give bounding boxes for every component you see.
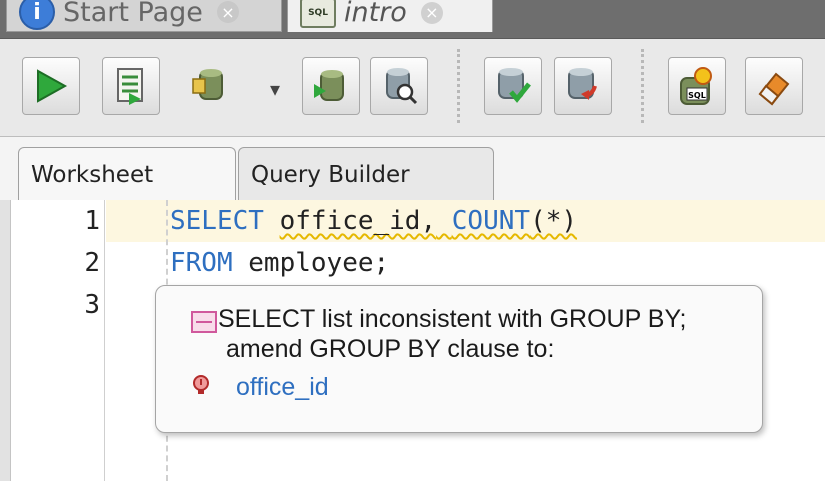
clear-button[interactable] — [745, 57, 803, 115]
tooltip-message: SELECT list inconsistent with GROUP BY; … — [218, 304, 686, 364]
editor-left-margin — [0, 200, 11, 481]
document-tab-bar: i Start Page × SQL intro × — [0, 0, 825, 39]
line-number: 1 — [84, 206, 100, 236]
sql-history-button[interactable]: SQL — [668, 57, 726, 115]
chevron-down-icon[interactable]: ▾ — [270, 77, 280, 101]
syntax-hint-tooltip: SELECT list inconsistent with GROUP BY; … — [155, 285, 763, 433]
editor-tab-bar: Query Builder Worksheet — [0, 137, 825, 201]
commit-icon — [498, 68, 531, 103]
quick-fix-link[interactable]: office_id — [236, 373, 329, 402]
close-icon[interactable]: × — [216, 1, 239, 23]
commit-button[interactable] — [484, 57, 542, 115]
sql-label: SQL — [688, 91, 706, 100]
tab-intro[interactable]: SQL intro × — [287, 0, 493, 32]
message-line-2: amend GROUP BY clause to: — [226, 335, 555, 363]
keyword-select: SELECT — [170, 206, 264, 236]
sql-badge: SQL — [308, 7, 328, 18]
worksheet-toolbar: ▾ SQL — [0, 39, 825, 137]
message-line-1: SELECT list inconsistent with GROUP BY; — [218, 305, 687, 333]
keyword-count: COUNT — [451, 206, 531, 236]
keyword-from: FROM — [170, 248, 233, 278]
sql-tuning-button[interactable] — [370, 57, 428, 115]
code-line-1[interactable]: SELECT office_id, COUNT(*) — [170, 206, 577, 236]
info-icon: i — [19, 0, 55, 30]
lightbulb-icon — [193, 375, 209, 394]
toolbar-separator — [457, 49, 460, 123]
toolbar-separator — [641, 49, 644, 123]
tab-worksheet[interactable]: Worksheet — [18, 147, 236, 200]
explain-plan-icon — [314, 70, 344, 101]
close-icon[interactable]: × — [420, 1, 443, 24]
run-script-button[interactable] — [102, 57, 160, 115]
run-script-icon — [117, 68, 143, 105]
line-number: 2 — [84, 248, 100, 278]
eraser-icon — [758, 72, 790, 106]
tab-start-page[interactable]: i Start Page × — [6, 0, 282, 32]
line-number: 3 — [84, 290, 100, 320]
run-statement-button[interactable] — [22, 57, 80, 115]
count-args: (*) — [530, 206, 578, 236]
sql-file-icon: SQL — [300, 0, 336, 28]
sql-history-icon: SQL — [680, 67, 712, 105]
rollback-button[interactable] — [554, 57, 612, 115]
gutter-divider — [104, 200, 105, 481]
tab-query-builder[interactable]: Query Builder — [238, 147, 494, 200]
autotrace-button[interactable] — [182, 57, 238, 113]
sql-tuning-icon — [386, 68, 418, 105]
code-line-2[interactable]: FROM employee; — [170, 248, 389, 278]
rollback-icon — [568, 68, 597, 100]
autotrace-icon — [192, 69, 223, 100]
column-office-id: office_id, — [279, 206, 437, 236]
tab-label: intro — [344, 0, 407, 28]
run-statement-icon — [37, 69, 68, 103]
table-name: employee; — [248, 248, 390, 278]
tab-label: Start Page — [63, 0, 203, 28]
warning-icon — [191, 311, 217, 333]
explain-plan-button[interactable] — [302, 57, 360, 115]
